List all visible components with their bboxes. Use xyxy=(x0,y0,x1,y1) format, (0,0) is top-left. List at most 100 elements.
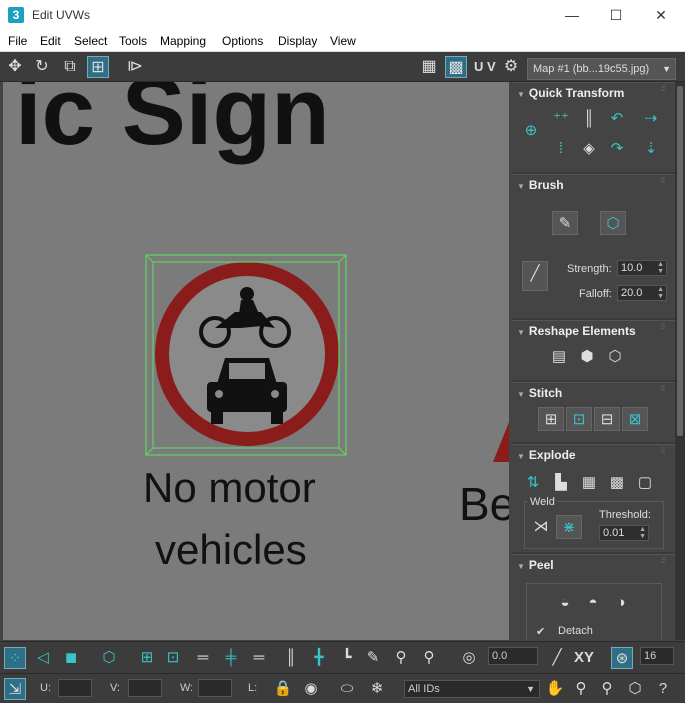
relax-icon[interactable]: ⬢ xyxy=(574,345,600,369)
lock-icon[interactable]: 🔒 xyxy=(272,678,294,700)
grip-icon[interactable]: ⁞⁞ xyxy=(661,448,669,458)
show-map-icon[interactable]: ▩ xyxy=(445,56,467,78)
relax-brush-icon[interactable]: ⬡ xyxy=(600,211,626,235)
menu-select[interactable]: Select xyxy=(74,34,107,48)
menu-options[interactable]: Options xyxy=(222,34,263,48)
menu-tools[interactable]: Tools xyxy=(119,34,147,48)
xy-space-label[interactable]: XY xyxy=(574,649,594,666)
grip-icon[interactable]: ⁞⁞ xyxy=(661,558,669,568)
polygon-mode-icon[interactable]: ■ xyxy=(60,647,82,669)
explode-smooth-icon[interactable]: ▩ xyxy=(604,471,630,495)
spinner-arrows-icon[interactable]: ▲ ▼ xyxy=(657,261,664,275)
space-horizontal-icon[interactable]: ║ xyxy=(576,107,602,131)
explode-header[interactable]: ▼ Explode xyxy=(517,448,576,462)
weld-selected-icon[interactable]: ⋇ xyxy=(556,515,582,539)
zoom-icon[interactable]: ⚲ xyxy=(570,678,592,700)
break-icon[interactable]: ⇅ xyxy=(520,471,546,495)
paint-move-icon[interactable]: ✎ xyxy=(552,211,578,235)
stitch-target-icon[interactable]: ⊟ xyxy=(594,407,620,431)
paint-brush-icon[interactable]: ✎ xyxy=(362,647,384,669)
close-button[interactable]: ✕ xyxy=(638,0,684,30)
uv-toggle[interactable]: U V xyxy=(474,59,496,74)
freeform-icon[interactable]: ⊞ xyxy=(87,56,109,78)
scrollbar-thumb[interactable] xyxy=(677,86,683,436)
flip-vertical-icon[interactable]: ⇣ xyxy=(638,137,664,161)
minimize-button[interactable]: — xyxy=(549,0,595,30)
space-vertical-icon[interactable]: ◈ xyxy=(576,137,602,161)
select-by-element-icon[interactable]: ╋ xyxy=(308,647,330,669)
ring-grow-icon[interactable]: ╪ xyxy=(220,647,242,669)
zoom-extents-icon[interactable]: ⬡ xyxy=(624,678,646,700)
hide-icon[interactable]: ◉ xyxy=(300,678,322,700)
quick-peel-icon[interactable]: ◒ xyxy=(552,591,578,615)
explode-grid-icon[interactable]: ▦ xyxy=(576,471,602,495)
u-input[interactable] xyxy=(58,679,92,697)
edge-mode-icon[interactable]: ◁ xyxy=(32,647,54,669)
menu-file[interactable]: File xyxy=(8,34,27,48)
options-icon[interactable]: ⚙ xyxy=(500,56,522,78)
freeze-selected-icon[interactable]: ⬭ xyxy=(336,678,358,700)
straighten-icon[interactable]: ▤ xyxy=(546,345,572,369)
brush-falloff-icon[interactable]: ╱ xyxy=(522,261,548,291)
ring-icon[interactable]: ═ xyxy=(192,647,214,669)
pan-icon[interactable]: ✋ xyxy=(544,678,566,700)
flip-horizontal-icon[interactable]: ⇢ xyxy=(638,107,664,131)
spinner-arrows-icon[interactable]: ▲ ▼ xyxy=(639,526,646,540)
reshape-header[interactable]: ▼ Reshape Elements xyxy=(517,324,636,338)
falloff-input[interactable]: 0.0 xyxy=(488,647,538,665)
id-filter-select[interactable]: All IDs ▼ xyxy=(404,680,540,698)
vertex-mode-icon[interactable]: ⁘ xyxy=(4,647,26,669)
menu-view[interactable]: View xyxy=(330,34,356,48)
peel-mode-icon[interactable]: ◓ xyxy=(580,591,606,615)
menu-display[interactable]: Display xyxy=(278,34,317,48)
panel-scrollbar[interactable] xyxy=(675,82,685,640)
grip-icon[interactable]: ⁞⁞ xyxy=(661,178,669,188)
menu-edit[interactable]: Edit xyxy=(40,34,61,48)
edge-distance-icon[interactable]: ⊛ xyxy=(611,647,633,669)
stitch-header[interactable]: ▼ Stitch xyxy=(517,386,562,400)
brush-falloff-icon[interactable]: ⚲ xyxy=(418,647,440,669)
relax-options-icon[interactable]: ⬡ xyxy=(602,345,628,369)
move-icon[interactable]: ✥ xyxy=(4,56,26,78)
help-icon[interactable]: ? xyxy=(652,678,674,700)
weld-target-icon[interactable]: ⋊ xyxy=(528,515,554,539)
freeze-icon[interactable]: ❄ xyxy=(366,678,388,700)
checker-icon[interactable]: ▦ xyxy=(418,56,440,78)
absolute-offset-icon[interactable]: ⇲ xyxy=(4,678,26,700)
threshold-spinner[interactable]: 0.01 ▲ ▼ xyxy=(599,525,649,541)
align-horizontal-icon[interactable]: ⁺⁺ xyxy=(548,107,574,131)
align-vertical-icon[interactable]: ⁞ xyxy=(548,137,574,161)
falloff-spinner[interactable]: 20.0 ▲ ▼ xyxy=(617,285,667,301)
grow-selection-icon[interactable]: ⊞ xyxy=(136,647,158,669)
soft-selection-icon[interactable]: ◎ xyxy=(458,647,480,669)
element-mode-icon[interactable]: ⬡ xyxy=(98,647,120,669)
uv-viewport[interactable]: ic Sign No motor vehicles Be xyxy=(3,82,509,640)
detach-edge-icon[interactable]: ▙ xyxy=(548,471,574,495)
loop-grow-icon[interactable]: ║ xyxy=(280,647,302,669)
detach-checkbox[interactable]: ✔ xyxy=(536,625,545,638)
w-input[interactable] xyxy=(198,679,232,697)
grip-icon[interactable]: ⁞⁞ xyxy=(661,86,669,96)
stitch-source-icon[interactable]: ⊡ xyxy=(566,407,592,431)
falloff-type-icon[interactable]: ╱ xyxy=(546,647,568,669)
grip-icon[interactable]: ⁞⁞ xyxy=(661,386,669,396)
zoom-region-icon[interactable]: ⚲ xyxy=(596,678,618,700)
loop-icon[interactable]: ═ xyxy=(248,647,270,669)
paint-select-icon[interactable]: ┗ xyxy=(336,647,358,669)
map-select[interactable]: Map #1 (bb...19c55.jpg) ▼ xyxy=(527,58,676,80)
rotate-cw-icon[interactable]: ↷ xyxy=(604,137,630,161)
grip-icon[interactable]: ⁞⁞ xyxy=(661,324,669,334)
align-center-icon[interactable]: ⊕ xyxy=(518,119,544,143)
rotate-icon[interactable]: ↻ xyxy=(31,56,53,78)
v-input[interactable] xyxy=(128,679,162,697)
quick-transform-header[interactable]: ▼ Quick Transform xyxy=(517,86,624,100)
stitch-custom-icon[interactable]: ⊞ xyxy=(538,407,564,431)
spinner-arrows-icon[interactable]: ▲ ▼ xyxy=(657,286,664,300)
strength-spinner[interactable]: 10.0 ▲ ▼ xyxy=(617,260,667,276)
rotate-ccw-icon[interactable]: ↶ xyxy=(604,107,630,131)
brush-header[interactable]: ▼ Brush xyxy=(517,178,564,192)
peel-header[interactable]: ▼ Peel xyxy=(517,558,554,572)
mirror-icon[interactable]: ⧐ xyxy=(124,56,146,78)
scale-icon[interactable]: ⧉ xyxy=(59,56,81,78)
menu-mapping[interactable]: Mapping xyxy=(160,34,206,48)
